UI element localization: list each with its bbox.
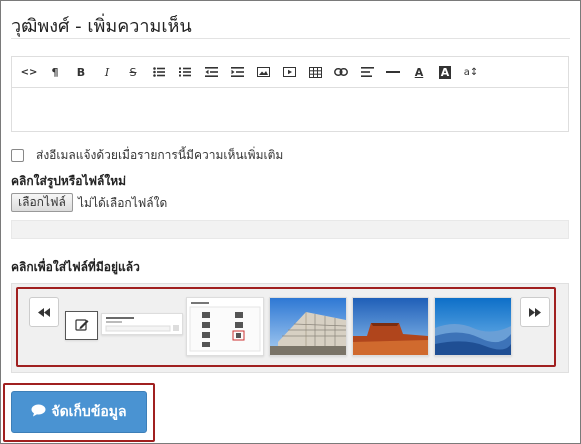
ordered-list-icon[interactable] (172, 60, 198, 84)
gallery-thumb-form[interactable] (101, 313, 183, 335)
font-color-icon[interactable]: A (406, 60, 432, 84)
outdent-icon[interactable] (198, 60, 224, 84)
notify-label: ส่งอีเมลแจ้งด้วยเมื่อรายการนี้มีความเห็น… (36, 148, 284, 162)
horizontal-rule-icon[interactable] (380, 60, 406, 84)
notify-row: ส่งอีเมลแจ้งด้วยเมื่อรายการนี้มีความเห็น… (11, 146, 283, 165)
choose-file-button[interactable]: เลือกไฟล์ (11, 193, 73, 212)
double-right-icon (529, 307, 541, 317)
gallery-prev-button[interactable] (29, 297, 59, 327)
insert-link-icon[interactable] (328, 60, 354, 84)
align-left-icon[interactable] (354, 60, 380, 84)
unordered-list-icon[interactable] (146, 60, 172, 84)
gallery-thumb-mountains[interactable] (434, 297, 512, 356)
gallery-next-button[interactable] (520, 297, 550, 327)
paragraph-button[interactable]: ¶ (42, 60, 68, 84)
gallery-thumb-desert[interactable] (352, 297, 429, 356)
bold-button[interactable]: B (68, 60, 94, 84)
double-left-icon (38, 307, 50, 317)
edit-icon (75, 319, 89, 331)
background-color-icon[interactable]: A (432, 60, 458, 84)
title-divider (11, 38, 570, 39)
page-title: วุฒิพงศ์ - เพิ่มความเห็น (11, 16, 192, 37)
italic-button[interactable]: I (94, 60, 120, 84)
save-button[interactable]: จัดเก็บข้อมูล (11, 391, 147, 433)
insert-image-icon[interactable] (250, 60, 276, 84)
no-file-text: ไม่ได้เลือกไฟล์ใด (78, 196, 168, 210)
editor-toolbar: <> ¶ B I S A A a↕ (12, 57, 568, 88)
gallery-thumb-edit[interactable] (65, 311, 98, 340)
gallery-heading: คลิกเพื่อใส่ไฟล์ที่มีอยู่แล้ว (11, 260, 140, 274)
insert-table-icon[interactable] (302, 60, 328, 84)
gallery-thumb-building[interactable] (269, 297, 347, 356)
notify-checkbox[interactable] (11, 149, 24, 162)
font-size-icon[interactable]: a↕ (458, 60, 484, 84)
rich-text-editor: <> ¶ B I S A A a↕ (11, 56, 569, 132)
insert-video-icon[interactable] (276, 60, 302, 84)
comment-icon (31, 404, 46, 421)
strikethrough-button[interactable]: S (120, 60, 146, 84)
upload-heading: คลิกใส่รูปหรือไฟล์ใหม่ (11, 174, 127, 188)
gallery-thumb-screenshot[interactable] (186, 297, 264, 356)
indent-icon[interactable] (224, 60, 250, 84)
save-label: จัดเก็บข้อมูล (51, 404, 127, 420)
code-view-button[interactable]: <> (16, 60, 42, 84)
upload-progress-bar (11, 220, 569, 239)
